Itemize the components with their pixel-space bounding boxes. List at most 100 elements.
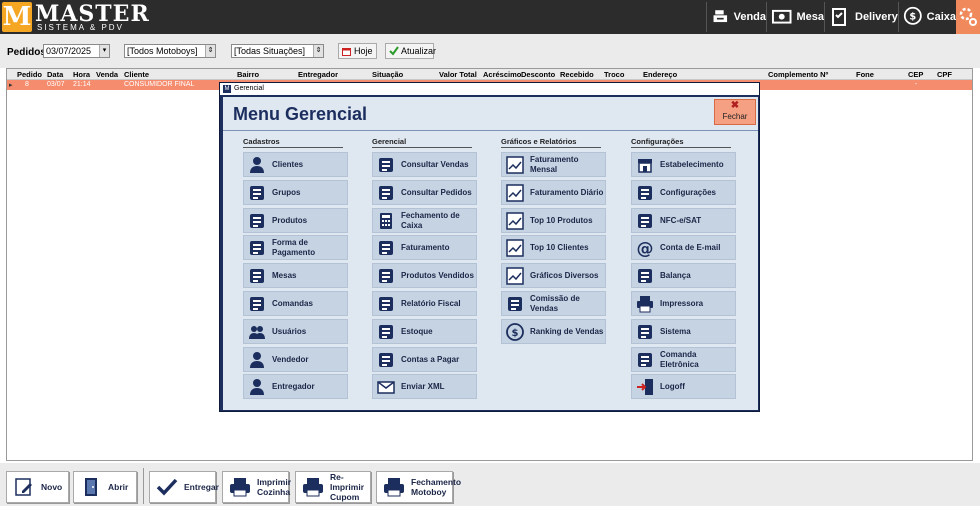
date-value: 03/07/2025	[46, 46, 92, 56]
menu-item-ranking-de-vendas[interactable]: $ Ranking de Vendas	[501, 319, 606, 344]
menu-item-label: Ranking de Vendas	[530, 326, 604, 336]
menu-item-produtos[interactable]: Produtos	[243, 208, 348, 233]
menu-item-label: Consultar Vendas	[401, 159, 469, 169]
settings-button[interactable]	[956, 0, 980, 34]
pedidos-label: Pedidos	[7, 47, 46, 58]
novo-button[interactable]: Novo	[6, 471, 69, 503]
menu-item-enviar-xml[interactable]: Enviar XML	[372, 374, 477, 399]
col-acrescimo[interactable]: Acréscimo	[483, 70, 521, 79]
col-desconto[interactable]: Desconto	[521, 70, 555, 79]
svg-text:$: $	[909, 11, 916, 22]
col-cpf[interactable]: CPF	[937, 70, 952, 79]
chevron-down-icon: ⇕	[313, 45, 323, 57]
col-situacao[interactable]: Situação	[372, 70, 403, 79]
printer-icon	[302, 476, 324, 498]
col-entregador[interactable]: Entregador	[298, 70, 338, 79]
entregar-button[interactable]: Entregar	[149, 471, 219, 503]
col-data[interactable]: Data	[47, 70, 63, 79]
imprimir-cozinha-button[interactable]: Imprimir Cozinha	[222, 471, 291, 503]
nav-delivery-button[interactable]: Delivery	[824, 2, 898, 32]
user-icon	[248, 156, 266, 174]
menu-item-faturamento[interactable]: Faturamento	[372, 235, 477, 260]
menu-item-contas-a-pagar[interactable]: Contas a Pagar	[372, 347, 477, 372]
menu-item-nfc-e-sat[interactable]: NFC-e/SAT	[631, 208, 736, 233]
menu-item-graficos-diversos[interactable]: Gráficos Diversos	[501, 263, 606, 288]
cash-register-icon	[711, 6, 730, 28]
menu-item-relatorio-fiscal[interactable]: Relatório Fiscal	[372, 291, 477, 316]
menu-item-logoff[interactable]: Logoff	[631, 374, 736, 399]
col-pedido[interactable]: Pedido	[17, 70, 42, 79]
cell-data: 03/07	[47, 81, 65, 88]
menu-item-comandas[interactable]: Comandas	[243, 291, 348, 316]
menu-item-balanca[interactable]: Balança	[631, 263, 736, 288]
col-fone[interactable]: Fone	[856, 70, 874, 79]
reimprimir-cupom-button[interactable]: Re-Imprimir Cupom	[295, 471, 371, 503]
fechamento-motoboy-button[interactable]: Fechamento Motoboy	[376, 471, 461, 503]
phone-icon	[636, 351, 654, 369]
situacoes-select[interactable]: [Todas Situações] ⇕	[231, 44, 324, 58]
menu-item-clientes[interactable]: Clientes	[243, 152, 348, 177]
menu-item-estabelecimento[interactable]: Estabelecimento	[631, 152, 736, 177]
check-icon	[156, 476, 178, 498]
menu-item-configuracoes[interactable]: Configurações	[631, 180, 736, 205]
menu-item-consultar-pedidos[interactable]: Consultar Pedidos	[372, 180, 477, 205]
menu-item-comanda-eletronica[interactable]: Comanda Eletrônica	[631, 347, 736, 372]
nav-mesa-button[interactable]: Mesa	[766, 2, 824, 32]
col-hora[interactable]: Hora	[73, 70, 90, 79]
menu-item-consultar-vendas[interactable]: Consultar Vendas	[372, 152, 477, 177]
menu-item-entregador[interactable]: Entregador	[243, 374, 348, 399]
menu-item-sistema[interactable]: Sistema	[631, 319, 736, 344]
dialog-titlebar[interactable]: M Gerencial	[220, 83, 759, 95]
col-bairro[interactable]: Bairro	[237, 70, 259, 79]
gear-icon	[956, 0, 980, 34]
menu-item-comissao-de-vendas[interactable]: Comissão de Vendas	[501, 291, 606, 316]
col-recebido[interactable]: Recebido	[560, 70, 594, 79]
fechar-button[interactable]: ✖ Fechar	[714, 99, 756, 125]
motoboys-select[interactable]: [Todos Motoboys] ⇕	[124, 44, 216, 58]
svg-text:$: $	[512, 328, 519, 339]
col-troco[interactable]: Troco	[604, 70, 624, 79]
col-valor-total[interactable]: Valor Total	[439, 70, 477, 79]
atualizar-button[interactable]: Atualizar	[385, 43, 436, 59]
hoje-button[interactable]: Hoje	[338, 43, 377, 59]
col-endereco[interactable]: Endereço	[643, 70, 677, 79]
col-venda[interactable]: Venda	[96, 70, 118, 79]
col-complemento[interactable]: Complemento Nº	[768, 70, 828, 79]
fechar-label: Fechar	[722, 112, 748, 121]
menu-item-estoque[interactable]: Estoque	[372, 319, 477, 344]
menu-item-fechamento-de-caixa[interactable]: Fechamento de Caixa	[372, 208, 477, 233]
col-cliente[interactable]: Cliente	[124, 70, 149, 79]
delivery-person-icon	[248, 378, 266, 396]
nav-venda-button[interactable]: Venda	[706, 2, 766, 32]
fiscal-report-icon	[377, 295, 395, 313]
menu-item-faturamento-diario[interactable]: Faturamento Diário	[501, 180, 606, 205]
menu-item-usuarios[interactable]: Usuários	[243, 319, 348, 344]
menu-item-conta-de-e-mail[interactable]: @ Conta de E-mail	[631, 235, 736, 260]
menu-item-top-10-produtos[interactable]: Top 10 Produtos	[501, 208, 606, 233]
menu-item-label: Produtos Vendidos	[401, 270, 474, 280]
nav-caixa-label: Caixa	[926, 11, 956, 23]
nav-caixa-button[interactable]: $ Caixa	[898, 2, 956, 32]
dollar-circle-icon: $	[506, 322, 524, 341]
col-cep[interactable]: CEP	[908, 70, 923, 79]
menu-item-vendedor[interactable]: Vendedor	[243, 347, 348, 372]
menu-item-label: Faturamento	[401, 242, 450, 252]
menu-item-label: Estabelecimento	[660, 159, 724, 169]
abrir-button[interactable]: Abrir	[73, 471, 137, 503]
menu-item-top-10-clientes[interactable]: Top 10 Clientes	[501, 235, 606, 260]
menu-item-label: Produtos	[272, 215, 308, 225]
at-sign-icon: @	[636, 239, 654, 257]
menu-item-mesas[interactable]: Mesas	[243, 263, 348, 288]
menu-item-impressora[interactable]: Impressora	[631, 291, 736, 316]
logoff-icon	[636, 378, 654, 396]
menu-item-label: Top 10 Clientes	[530, 242, 589, 252]
menu-item-grupos[interactable]: Grupos	[243, 180, 348, 205]
date-picker[interactable]: 03/07/2025 ▾	[43, 44, 110, 58]
menu-item-faturamento-mensal[interactable]: Faturamento Mensal	[501, 152, 606, 177]
entregar-label: Entregar	[184, 482, 219, 492]
menu-item-label: NFC-e/SAT	[660, 215, 702, 225]
menu-item-produtos-vendidos[interactable]: Produtos Vendidos	[372, 263, 477, 288]
menu-item-forma-de-pagamento[interactable]: Forma de Pagamento	[243, 235, 348, 260]
system-icon	[636, 323, 654, 341]
menu-item-label: Conta de E-mail	[660, 242, 721, 252]
